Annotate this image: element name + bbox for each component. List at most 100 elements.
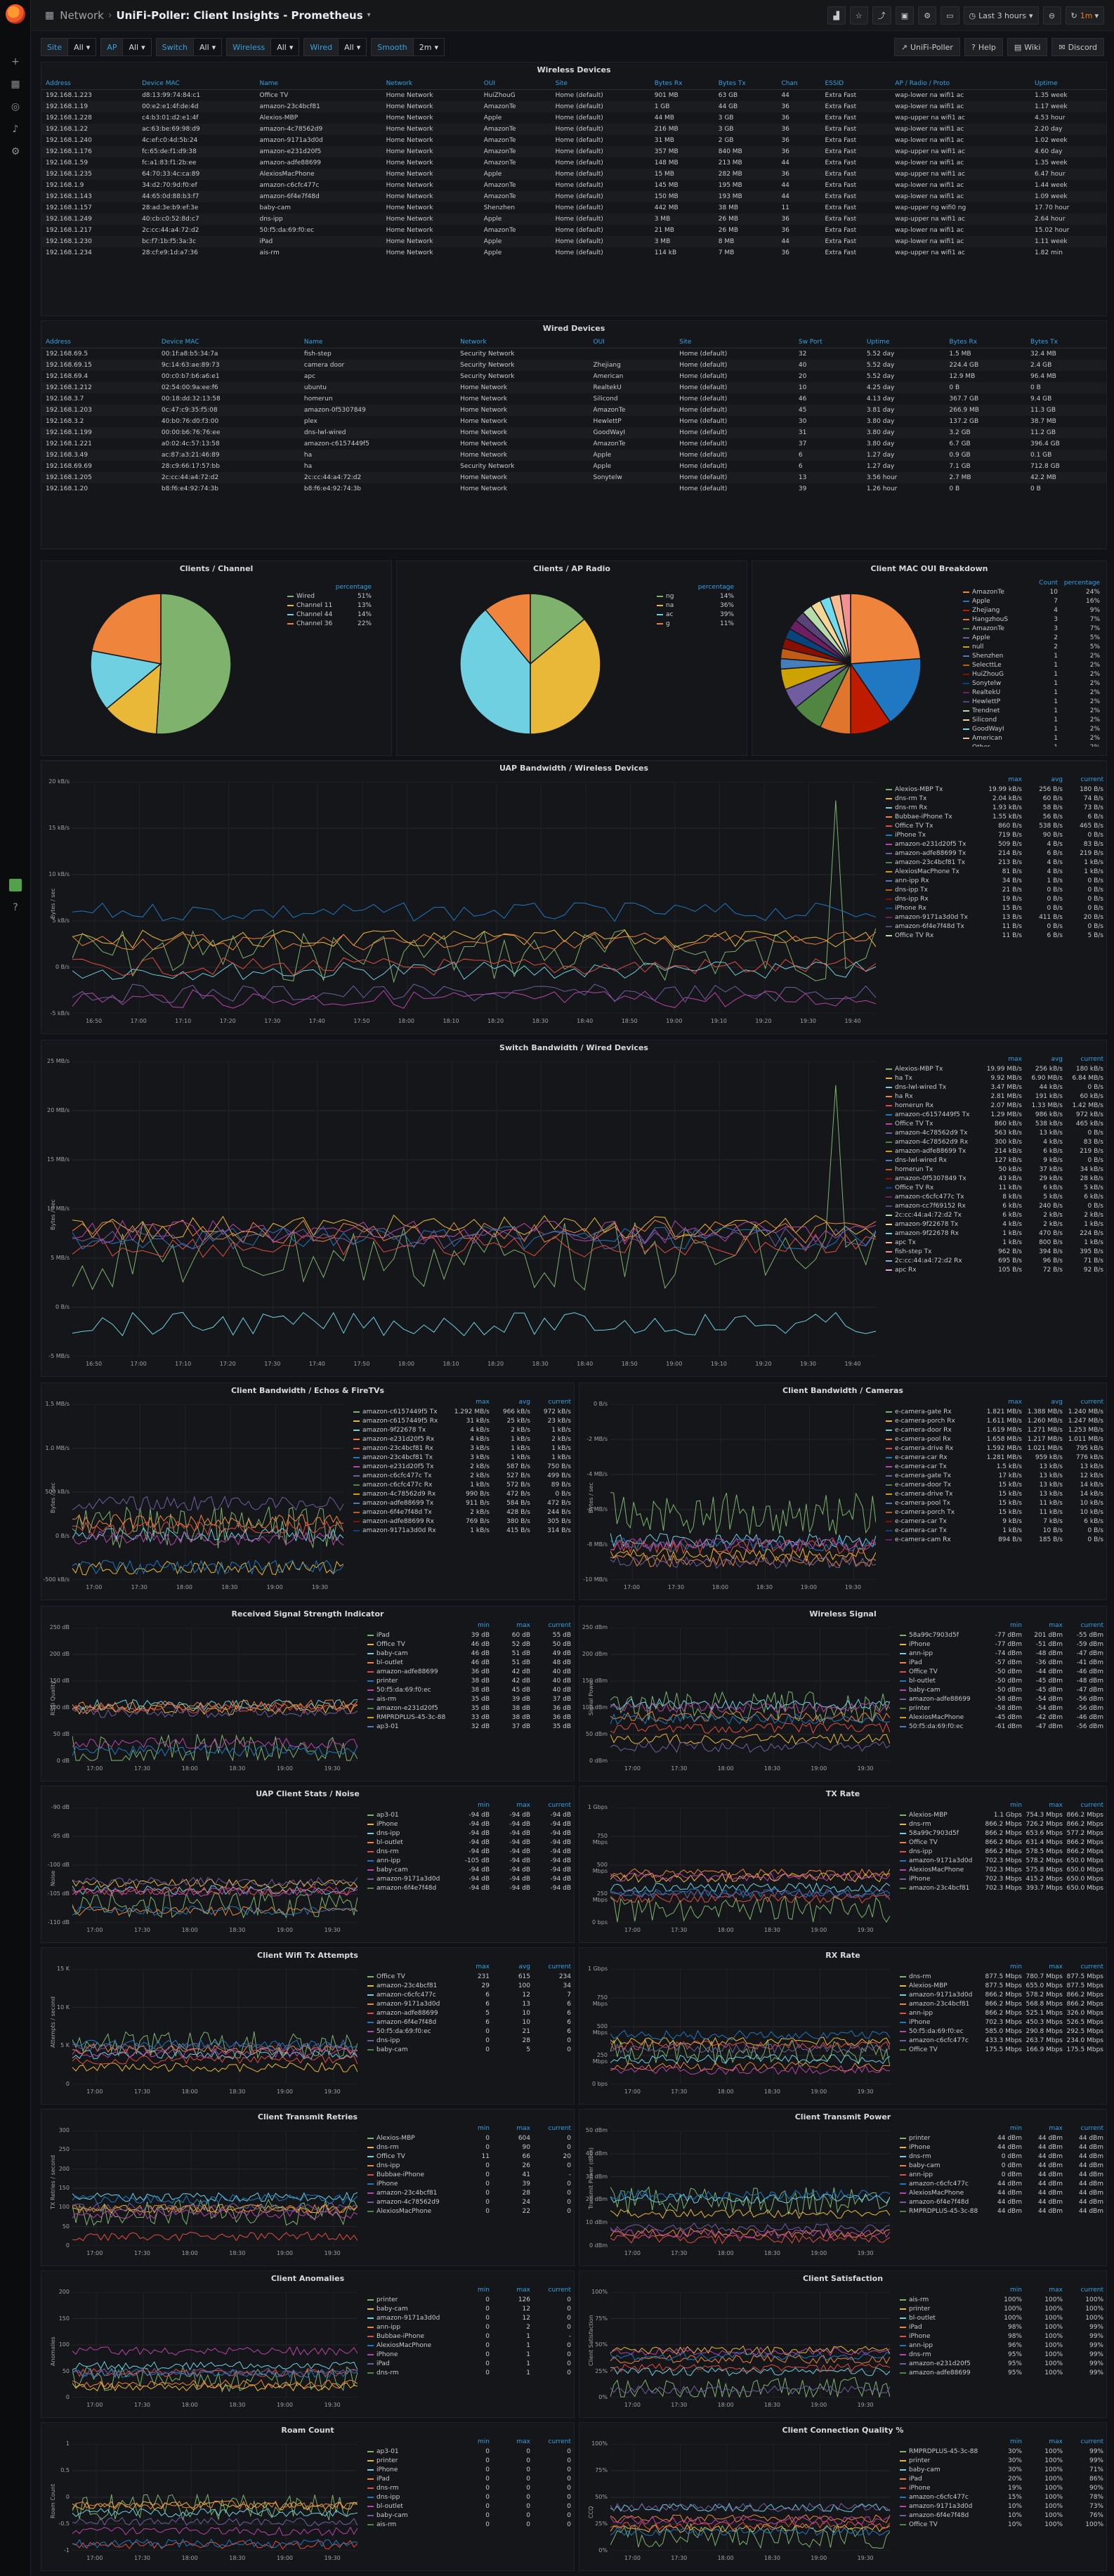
legend-col-header[interactable]: max [490, 1802, 530, 1809]
legend-item[interactable]: amazon-0f5307849 Tx 43 kB/s 29 kB/s 28 kB/s [886, 1174, 1103, 1183]
legend-item[interactable]: na 36% [657, 601, 734, 610]
legend-item[interactable]: dns-rm 95% 100% 99% [900, 2350, 1103, 2359]
graph-plot-area[interactable] [72, 1404, 343, 1580]
legend-item[interactable]: ann-ipp 866.2 Mbps 525.1 Mbps 326.0 Mbps [900, 2008, 1103, 2018]
column-header[interactable]: Site [675, 336, 794, 348]
legend-col-header[interactable]: current [1063, 2438, 1103, 2445]
legend-item[interactable]: amazon-23c4bcf81 702.3 Mbps 393.7 Mbps 650.… [900, 1883, 1103, 1892]
legend-col-header[interactable]: min [981, 2438, 1022, 2445]
legend-item[interactable]: dns-rm Rx 1.93 kB/s 58 B/s 73 B/s [886, 803, 1103, 812]
legend-item[interactable]: e-camera-gate Tx 17 kB/s 13 kB/s 12 kB/s [886, 1471, 1103, 1480]
panel-title[interactable]: Client Anomalies [41, 2271, 574, 2287]
legend-item[interactable]: baby-cam 0 5 0 [367, 2045, 571, 2054]
legend-item[interactable]: ann-ipp -105 dB -94 dB -94 dB [367, 1856, 571, 1865]
legend-item[interactable]: Office TV 866.2 Mbps 631.4 Mbps 866.2 Mbps [900, 1838, 1103, 1847]
legend-item[interactable]: amazon-c6cfc477c 15% 100% 78% [900, 2492, 1103, 2502]
legend-item[interactable]: 2c:cc:44:a4:72:d2 Rx 695 B/s 96 B/s 71 B/s [886, 1256, 1103, 1265]
graph-plot-area[interactable] [610, 1628, 890, 1761]
legend-item[interactable]: baby-cam -94 dB -94 dB -94 dB [367, 1865, 571, 1874]
legend-col-header[interactable]: min [981, 1622, 1022, 1629]
legend-item[interactable]: amazon-c6cfc477c Tx 2 kB/s 527 B/s 499 B/s [353, 1471, 571, 1480]
legend-item[interactable]: e-camera-pool Tx 15 kB/s 11 kB/s 10 kB/s [886, 1498, 1103, 1508]
legend-col-header[interactable]: max [1022, 1802, 1063, 1809]
legend-item[interactable]: amazon-23c4bcf81 0 28 0 [367, 2188, 571, 2197]
legend-item[interactable]: 58a99c7903d5f 866.2 Mbps 653.6 Mbps 577.2 M… [900, 1829, 1103, 1838]
legend-item[interactable]: ann-ipp 0 2 0 [367, 2322, 571, 2332]
legend-item[interactable]: dns-rm 0 dBm 44 dBm 44 dBm [900, 2152, 1103, 2161]
legend-col-header[interactable]: min [981, 1802, 1022, 1809]
legend-item[interactable]: ng 14% [657, 591, 734, 601]
legend-col-header[interactable]: min [981, 1963, 1022, 1970]
legend-item[interactable]: fish-step Tx 962 B/s 394 B/s 395 B/s [886, 1247, 1103, 1256]
variable-site[interactable]: Site All ▾ [41, 38, 97, 56]
legend-item[interactable]: amazon-c6cfc477c 44 dBm 44 dBm 44 dBm [900, 2179, 1103, 2188]
graph-plot-area[interactable] [72, 2444, 358, 2551]
legend-item[interactable]: amazon-e231d20f5 Tx 2 kB/s 587 B/s 750 B/s [353, 1462, 571, 1471]
legend-item[interactable]: bl-outlet -94 dB -94 dB -94 dB [367, 1838, 571, 1847]
legend-item[interactable]: ais-rm 100% 100% 100% [900, 2295, 1103, 2304]
legend-item[interactable]: bl-outlet 100% 100% 100% [900, 2313, 1103, 2322]
legend-col-header[interactable]: current [530, 1802, 571, 1809]
save-button[interactable]: ▣ [895, 6, 915, 25]
legend-item[interactable]: dns-ipp 866.2 Mbps 578.5 Mbps 866.2 Mbps [900, 1847, 1103, 1856]
legend-item[interactable]: GoodWayI 1 2% [963, 724, 1100, 733]
grafana-logo-icon[interactable] [6, 4, 25, 24]
legend-item[interactable]: e-camera-gate Rx 1.821 MB/s 1.388 MB/s 1.24… [886, 1407, 1103, 1416]
legend-item[interactable]: amazon-23c4bcf81 Rx 3 kB/s 1 kB/s 1 kB/s [353, 1444, 571, 1453]
panel-title[interactable]: Wired Devices [41, 321, 1106, 336]
legend-col-header[interactable]: current [1063, 1622, 1103, 1629]
legend-item[interactable]: baby-cam 30% 100% 71% [900, 2465, 1103, 2474]
legend-item[interactable]: dns-ipp Tx 21 B/s 0 B/s 0 B/s [886, 885, 1103, 894]
legend-col-header[interactable]: current [1063, 2125, 1103, 2132]
legend-col-header[interactable]: current [1063, 2287, 1103, 2294]
legend-col-header[interactable]: max [1022, 2287, 1063, 2294]
legend-item[interactable]: amazon-e231d20f5 Rx 4 kB/s 1 kB/s 2 kB/s [353, 1434, 571, 1444]
legend-item[interactable]: iPhone 702.3 Mbps 415.2 Mbps 650.0 Mbps [900, 1874, 1103, 1883]
legend-item[interactable]: baby-cam 46 dB 51 dB 49 dB [367, 1649, 571, 1658]
legend-item[interactable]: Office TV Rx 11 B/s 6 B/s 5 B/s [886, 931, 1103, 940]
legend-item[interactable]: iPhone 0 0 0 [367, 2465, 571, 2474]
legend-item[interactable]: e-camera-door Tx 15 kB/s 13 kB/s 14 kB/s [886, 1480, 1103, 1489]
legend-item[interactable]: amazon-e231d20f5 35 dB 38 dB 36 dB [367, 1704, 571, 1713]
legend-item[interactable]: e-camera-pool Rx 1.658 MB/s 1.217 MB/s 1.01… [886, 1434, 1103, 1444]
legend-item[interactable]: Bubbae-iPhone Tx 1.55 kB/s 56 B/s 6 B/s [886, 812, 1103, 821]
legend-item[interactable]: amazon-adfe88699 Tx 911 B/s 584 B/s 472 B/s [353, 1498, 571, 1508]
legend-col-header[interactable]: current [530, 1963, 571, 1970]
legend-item[interactable]: ann-ipp -74 dBm -48 dBm -47 dBm [900, 1649, 1103, 1658]
legend-item[interactable]: baby-cam -50 dBm -45 dBm -47 dBm [900, 1685, 1103, 1694]
legend-item[interactable]: Office TV 11 66 20 [367, 2152, 571, 2161]
legend-col-header[interactable]: avg [1022, 1056, 1063, 1063]
legend-item[interactable]: Office TV Tx 860 B/s 538 B/s 465 B/s [886, 821, 1103, 830]
legend-col-header[interactable]: min [981, 2125, 1022, 2132]
legend-item[interactable]: baby-cam 0 12 0 [367, 2304, 571, 2313]
legend-col-header[interactable]: current [530, 2287, 571, 2294]
column-header[interactable]: Address [41, 336, 157, 348]
column-header[interactable]: OUI [479, 78, 551, 90]
legend-item[interactable]: Channel 11 13% [287, 601, 372, 610]
legend-col-header[interactable]: current [530, 1622, 571, 1629]
column-header[interactable]: Name [299, 336, 457, 348]
link-wiki[interactable]: ▤ Wiki [1007, 38, 1048, 56]
legend-item[interactable]: Wired 51% [287, 591, 372, 601]
legend-item[interactable]: amazon-adfe88699 Tx 214 kB/s 6 kB/s 219 B/s [886, 1146, 1103, 1156]
legend-item[interactable]: iPhone Rx 15 B/s 0 B/s 0 B/s [886, 903, 1103, 913]
legend-item[interactable]: Silicond 1 2% [963, 715, 1100, 724]
legend-item[interactable]: 58a99c7903d5f -77 dBm 201 dBm -55 dBm [900, 1630, 1103, 1640]
legend-col-header[interactable]: max [1022, 2125, 1063, 2132]
legend-item[interactable]: Office TV Rx 11 kB/s 6 kB/s 5 kB/s [886, 1183, 1103, 1192]
legend-item[interactable]: amazon-adfe88699 36 dB 42 dB 40 dB [367, 1667, 571, 1676]
variable-ap[interactable]: AP All ▾ [100, 38, 152, 56]
legend-item[interactable]: iPhone -77 dBm -51 dBm -59 dBm [900, 1640, 1103, 1649]
legend-item[interactable]: iPad -57 dBm -36 dBm -41 dBm [900, 1658, 1103, 1667]
legend-col-header[interactable]: avg [490, 1399, 530, 1406]
legend-col-header[interactable]: current [530, 2438, 571, 2445]
legend-item[interactable]: Channel 36 22% [287, 619, 372, 628]
legend-col-header[interactable]: min [449, 1802, 490, 1809]
chevron-down-icon[interactable]: ▾ [367, 11, 371, 19]
panel-title[interactable]: RX Rate [579, 1948, 1106, 1963]
legend-item[interactable]: amazon-9171a3d0d 866.2 Mbps 578.2 Mbps 866.… [900, 1990, 1103, 1999]
legend-item[interactable]: Office TV 46 dB 52 dB 50 dB [367, 1640, 571, 1649]
legend-col-header[interactable]: max [490, 2287, 530, 2294]
column-header[interactable]: Bytes Rx [650, 78, 714, 90]
explore-icon[interactable]: ◎ [8, 100, 22, 114]
